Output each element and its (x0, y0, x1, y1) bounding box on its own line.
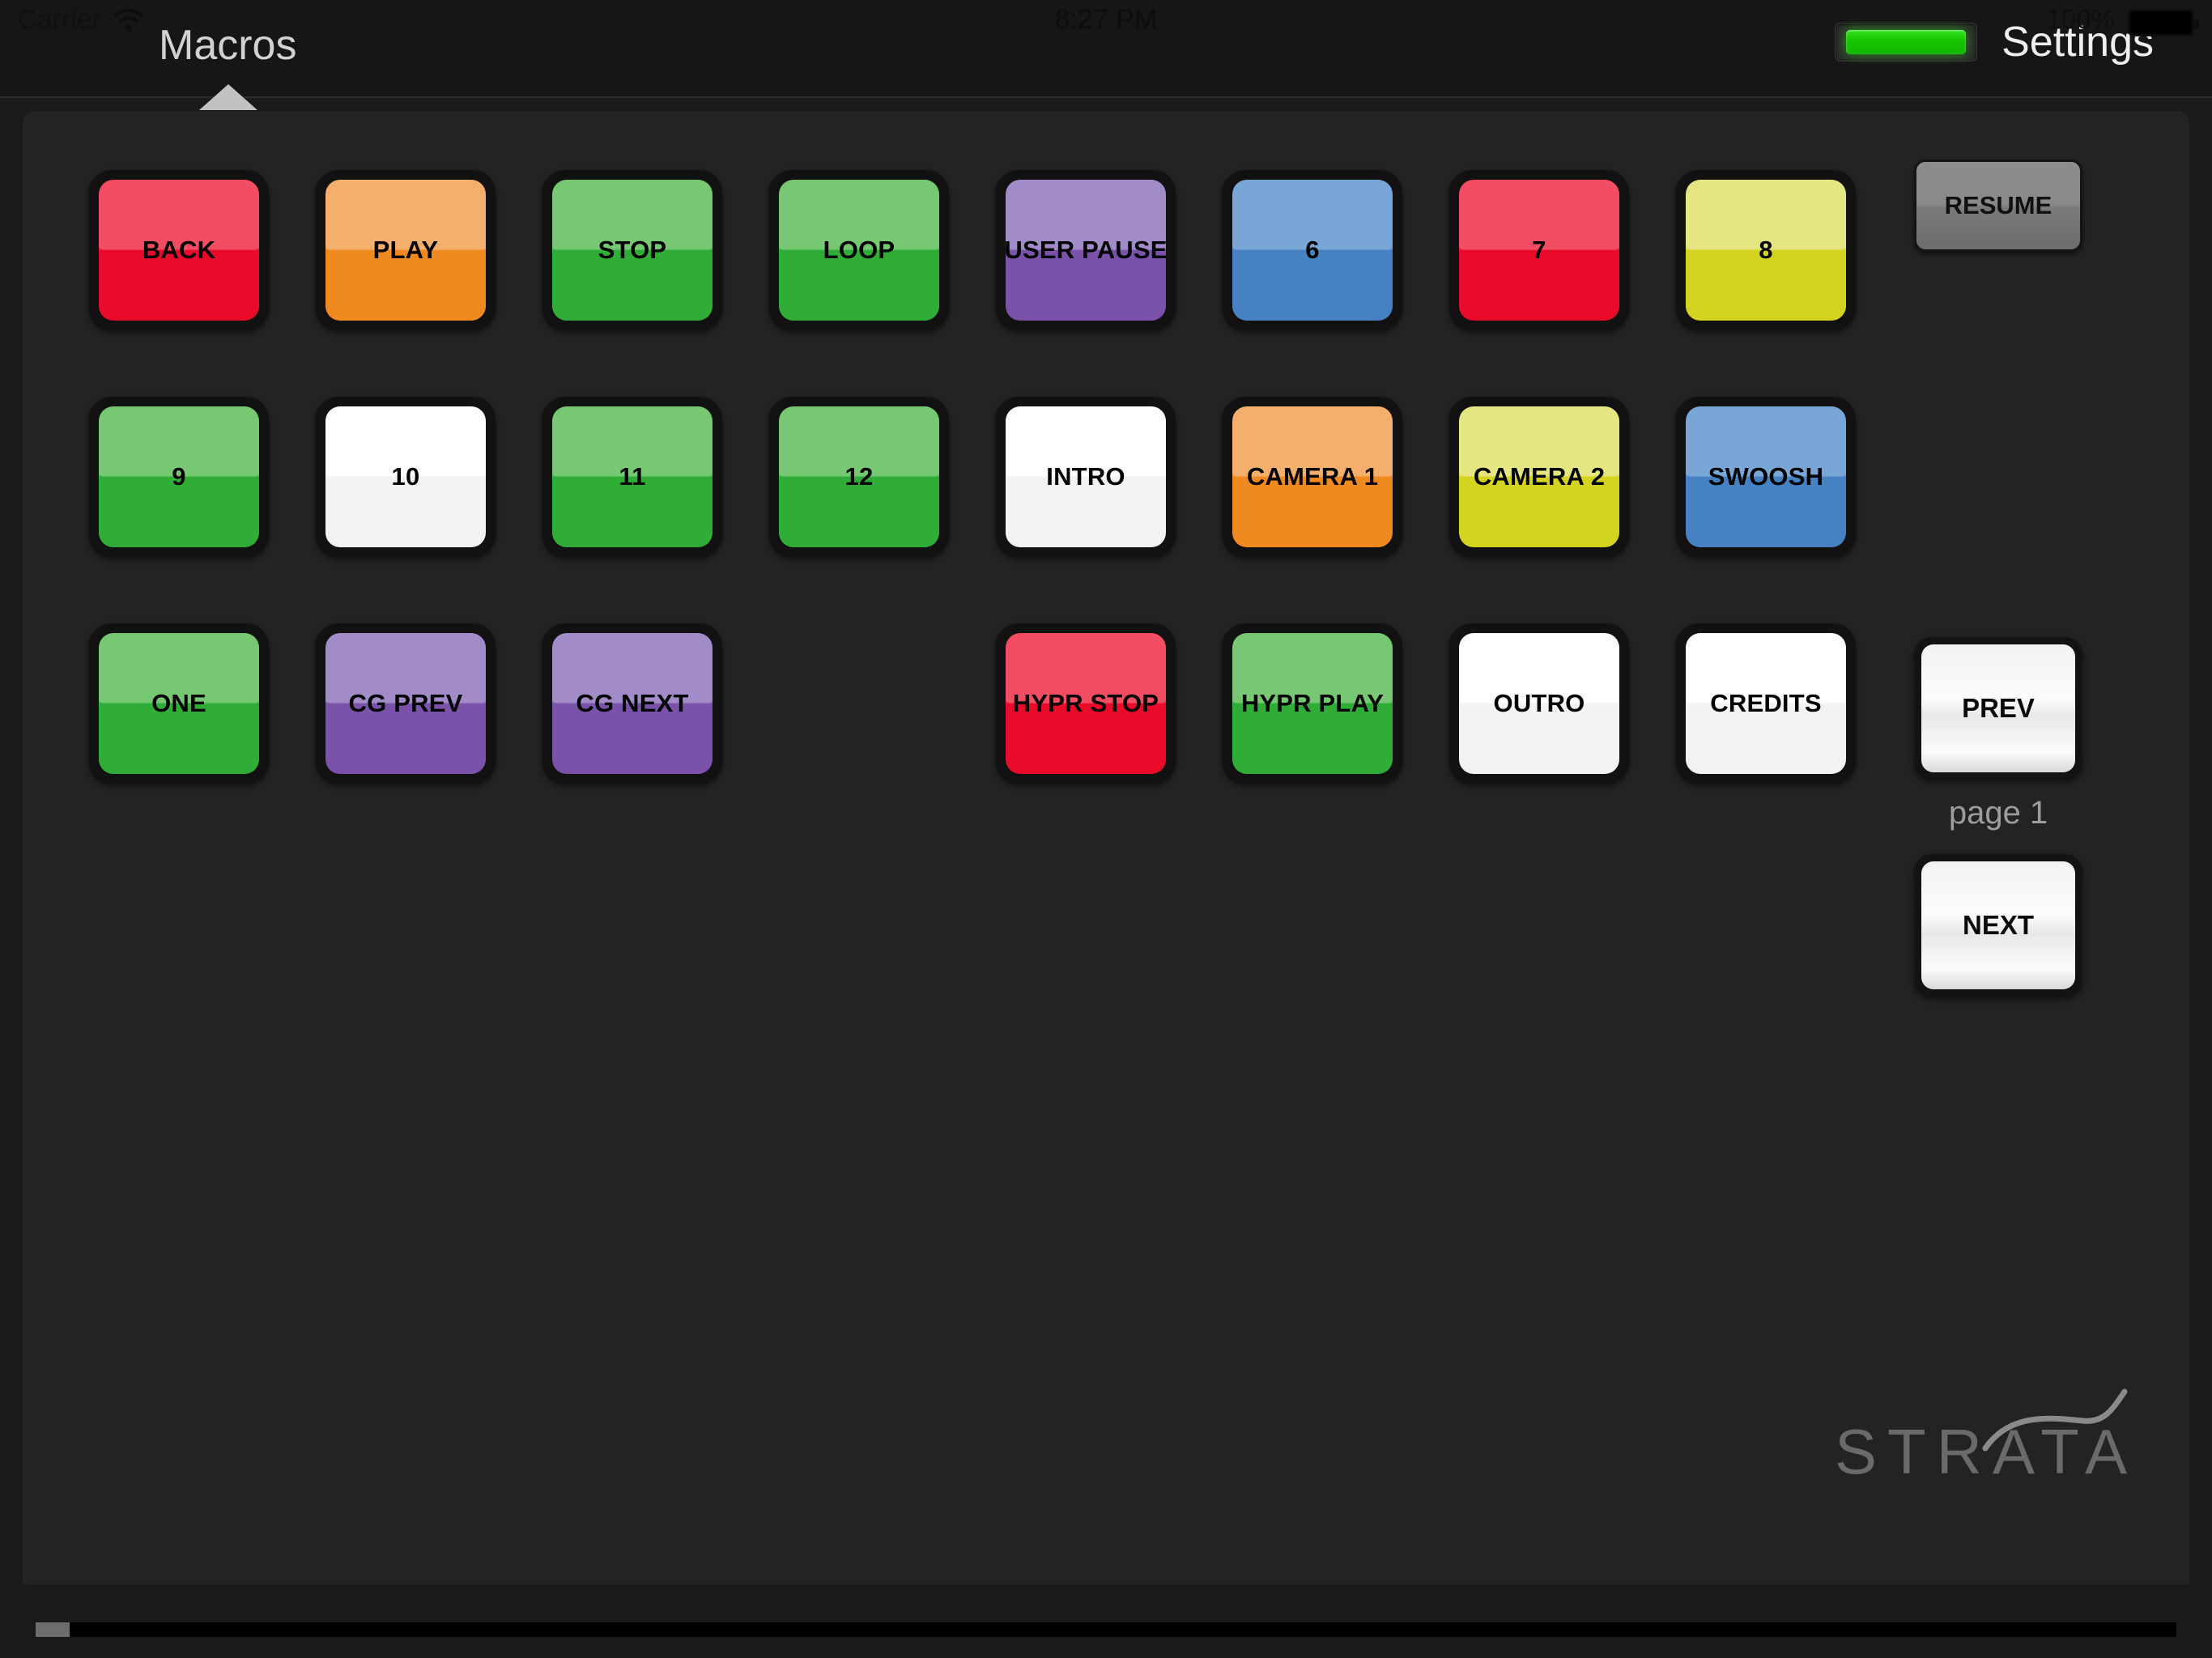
macro-pad-credits[interactable]: CREDITS (1676, 623, 1856, 784)
macro-pad-label: SWOOSH (1708, 462, 1824, 491)
macro-pad-face: SWOOSH (1686, 406, 1846, 547)
macro-pad-label: 8 (1759, 236, 1773, 264)
macro-pad-10[interactable]: 10 (316, 397, 496, 557)
macro-pad-face: CG PREV (325, 633, 486, 774)
macro-pad-label: INTRO (1046, 462, 1125, 491)
next-page-button[interactable]: NEXT (1914, 854, 2082, 997)
macro-pad-face: INTRO (1006, 406, 1166, 547)
macro-pad-cg-next[interactable]: CG NEXT (542, 623, 722, 784)
macro-pad-hypr-stop[interactable]: HYPR STOP (996, 623, 1176, 784)
prev-button-label: PREV (1962, 693, 2035, 723)
battery-full-icon (2128, 9, 2199, 36)
macro-pad-face: CAMERA 1 (1232, 406, 1393, 547)
macro-pad-face: 8 (1686, 180, 1846, 321)
macro-pad-face: BACK (99, 180, 259, 321)
macro-pad-face: CREDITS (1686, 633, 1846, 774)
macro-pad-label: 7 (1532, 236, 1546, 264)
macro-pad-face: OUTRO (1459, 633, 1619, 774)
horizontal-scrollbar-thumb[interactable] (36, 1622, 70, 1637)
macro-pad-face: 7 (1459, 180, 1619, 321)
macro-pad-face: ONE (99, 633, 259, 774)
macro-pad-label: 10 (391, 462, 420, 491)
macro-pad-7[interactable]: 7 (1449, 170, 1629, 330)
macros-app-screen: Carrier 8:27 PM 100% Macros Settings BAC… (0, 0, 2212, 1658)
macro-pad-label: ONE (151, 689, 206, 717)
macro-pad-stop[interactable]: STOP (542, 170, 722, 330)
macro-pad-label: HYPR PLAY (1240, 689, 1385, 717)
macro-pad-face: CAMERA 2 (1459, 406, 1619, 547)
ios-status-bar: Carrier 8:27 PM 100% (0, 0, 2212, 42)
macro-pad-11[interactable]: 11 (542, 397, 722, 557)
macro-pad-face: 11 (552, 406, 713, 547)
macro-pad-face: HYPR STOP (1006, 633, 1166, 774)
macro-pad-label: CAMERA 1 (1246, 462, 1379, 491)
macro-pad-camera-2[interactable]: CAMERA 2 (1449, 397, 1629, 557)
macro-pad-label: CREDITS (1710, 689, 1822, 717)
macro-pad-label: 6 (1305, 236, 1320, 264)
macro-pad-face: PLAY (325, 180, 486, 321)
macro-pad-face: 12 (779, 406, 939, 547)
macro-pad-label: PLAY (372, 236, 439, 264)
macro-pad-camera-1[interactable]: CAMERA 1 (1223, 397, 1402, 557)
macro-pad-face: LOOP (779, 180, 939, 321)
macro-pad-face: 10 (325, 406, 486, 547)
horizontal-scrollbar-track[interactable] (36, 1622, 2176, 1637)
macro-pad-label: 9 (172, 462, 186, 491)
macro-pad-swoosh[interactable]: SWOOSH (1676, 397, 1856, 557)
macro-pad-back[interactable]: BACK (89, 170, 269, 330)
clock-label: 8:27 PM (1054, 4, 1158, 35)
macro-pad-label: HYPR STOP (1012, 689, 1159, 717)
macro-pad-play[interactable]: PLAY (316, 170, 496, 330)
macro-pad-label: CG PREV (348, 689, 463, 717)
macro-pad-cg-prev[interactable]: CG PREV (316, 623, 496, 784)
macro-pad-label: BACK (142, 236, 216, 264)
page-indicator-label: page 1 (1948, 795, 2048, 831)
macro-pad-panel: BACK PLAY STOP LOOP USER PAUSE 6 7 8 9 10 11 12 INTR… (23, 111, 2189, 1584)
macro-pad-label: OUTRO (1493, 689, 1585, 717)
macro-pad-face: 6 (1232, 180, 1393, 321)
macro-pad-label: STOP (598, 236, 667, 264)
next-button-label: NEXT (1962, 910, 2034, 940)
macro-pad-label: LOOP (823, 236, 895, 264)
macro-pad-label: USER PAUSE (1006, 236, 1166, 264)
macro-pad-face: HYPR PLAY (1232, 633, 1393, 774)
macro-pad-one[interactable]: ONE (89, 623, 269, 784)
macro-pad-8[interactable]: 8 (1676, 170, 1856, 330)
macro-pad-intro[interactable]: INTRO (996, 397, 1176, 557)
active-tab-indicator-icon (199, 84, 257, 110)
macro-pad-outro[interactable]: OUTRO (1449, 623, 1629, 784)
macro-pad-user-pause[interactable]: USER PAUSE (996, 170, 1176, 330)
macro-pad-12[interactable]: 12 (769, 397, 949, 557)
resume-button[interactable]: RESUME (1914, 159, 2082, 252)
next-button-face: NEXT (1921, 861, 2075, 989)
nav-divider (0, 96, 2212, 98)
macro-pad-face: 9 (99, 406, 259, 547)
macro-pad-6[interactable]: 6 (1223, 170, 1402, 330)
prev-button-face: PREV (1921, 644, 2075, 772)
macro-pad-label: CG NEXT (576, 689, 689, 717)
macro-pad-hypr-play[interactable]: HYPR PLAY (1223, 623, 1402, 784)
strata-logo: STRATA (1835, 1388, 2128, 1489)
resume-button-label: RESUME (1944, 191, 2052, 219)
prev-page-button[interactable]: PREV (1914, 637, 2082, 780)
macro-pad-label: CAMERA 2 (1473, 462, 1606, 491)
macro-pad-9[interactable]: 9 (89, 397, 269, 557)
macro-pad-face: CG NEXT (552, 633, 713, 774)
macro-pad-loop[interactable]: LOOP (769, 170, 949, 330)
battery-percent-label: 100% (2046, 4, 2115, 34)
macro-pad-label: 11 (619, 462, 646, 491)
strata-logo-text: STRATA (1835, 1416, 2138, 1487)
macro-pad-face: STOP (552, 180, 713, 321)
macro-pad-face: USER PAUSE (1006, 180, 1166, 321)
macro-pad-label: 12 (844, 462, 874, 491)
